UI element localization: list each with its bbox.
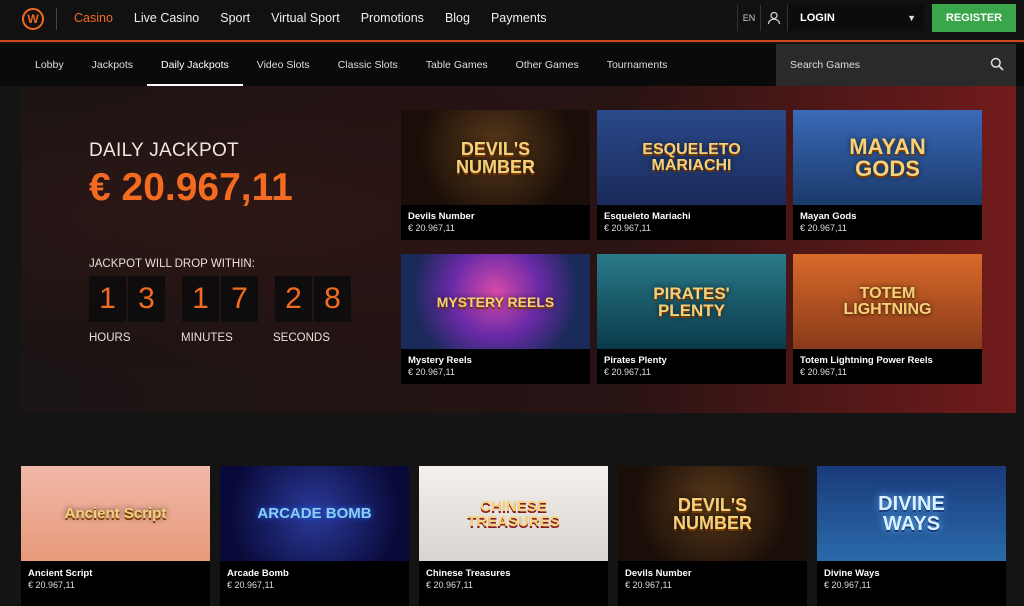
game-name: Totem Lightning Power Reels [800,355,933,366]
tab-classic-slots[interactable]: Classic Slots [324,44,412,86]
game-thumbnail[interactable]: DEVIL'S NUMBER [401,110,590,205]
game-art-title: DEVIL'S NUMBER [673,494,752,533]
game-name: Ancient Script [28,568,93,579]
game-card[interactable]: MAYAN GODS Mayan Gods € 20.967,11 [793,110,982,240]
countdown-digit: 8 [314,276,351,322]
game-art-title: CHINESE TREASURES [467,497,560,530]
game-card[interactable]: CHINESE TREASURES Chinese Treasures € 20… [419,466,608,606]
game-art-title: MYSTERY REELS [436,293,555,310]
game-thumbnail[interactable]: ESQUELETO MARIACHI [597,110,786,205]
nav-payments[interactable]: Payments [491,11,547,25]
game-card[interactable]: ESQUELETO MARIACHI Esqueleto Mariachi € … [597,110,786,240]
game-jackpot: € 20.967,11 [28,580,75,590]
search-icon[interactable] [990,57,1004,71]
tab-video-slots[interactable]: Video Slots [243,44,324,86]
game-thumbnail[interactable]: ARCADE BOMB [220,466,409,561]
game-jackpot: € 20.967,11 [625,580,672,590]
game-thumbnail[interactable]: MAYAN GODS [793,110,982,205]
game-name: Esqueleto Mariachi [604,211,691,222]
nav-blog[interactable]: Blog [445,11,470,25]
game-card[interactable]: PIRATES' PLENTY Pirates Plenty € 20.967,… [597,254,786,384]
game-art-title: PIRATES' PLENTY [653,283,730,320]
game-card[interactable]: MYSTERY REELS Mystery Reels € 20.967,11 [401,254,590,384]
game-jackpot: € 20.967,11 [800,367,847,377]
game-jackpot: € 20.967,11 [604,223,651,233]
game-name: Devils Number [625,568,692,579]
game-card[interactable]: TOTEM LIGHTNING Totem Lightning Power Re… [793,254,982,384]
game-art-title: MAYAN GODS [849,133,926,181]
countdown-digit: 3 [128,276,165,322]
game-jackpot: € 20.967,11 [426,580,473,590]
main-nav: Casino Live Casino Sport Virtual Sport P… [74,0,568,36]
tab-daily-jackpots[interactable]: Daily Jackpots [147,44,243,86]
logo-icon[interactable]: W [22,8,44,30]
game-jackpot: € 20.967,11 [408,223,455,233]
login-label: LOGIN [800,12,835,24]
game-name: Pirates Plenty [604,355,667,366]
game-art-title: DIVINE WAYS [878,492,945,535]
jackpot-amount: € 20.967,11 [89,166,293,209]
countdown-digit: 7 [221,276,258,322]
game-card[interactable]: DIVINE WAYS Divine Ways € 20.967,11 [817,466,1006,606]
game-category-nav: Lobby Jackpots Daily Jackpots Video Slot… [0,44,1024,86]
tab-other-games[interactable]: Other Games [502,44,593,86]
game-art-title: ESQUELETO MARIACHI [642,140,741,174]
nav-sport[interactable]: Sport [220,11,250,25]
search-placeholder: Search Games [790,59,861,71]
tab-tournaments[interactable]: Tournaments [593,44,682,86]
game-art-title: DEVIL'S NUMBER [456,138,535,177]
game-thumbnail[interactable]: DIVINE WAYS [817,466,1006,561]
game-art-title: ARCADE BOMB [257,505,372,522]
game-name: Divine Ways [824,568,880,579]
game-jackpot: € 20.967,11 [227,580,274,590]
game-name: Chinese Treasures [426,568,511,579]
game-thumbnail[interactable]: PIRATES' PLENTY [597,254,786,349]
countdown-digit: 1 [182,276,219,322]
game-thumbnail[interactable]: CHINESE TREASURES [419,466,608,561]
game-name: Devils Number [408,211,475,222]
game-thumbnail[interactable]: Ancient Script [21,466,210,561]
daily-jackpot-panel: DAILY JACKPOT € 20.967,11 JACKPOT WILL D… [21,86,1016,413]
game-name: Mystery Reels [408,355,472,366]
game-card[interactable]: ARCADE BOMB Arcade Bomb € 20.967,11 [220,466,409,606]
tab-jackpots[interactable]: Jackpots [78,44,147,86]
divider [56,8,57,30]
game-thumbnail[interactable]: MYSTERY REELS [401,254,590,349]
nav-virtual-sport[interactable]: Virtual Sport [271,11,340,25]
unit-hours: HOURS [89,332,131,344]
game-thumbnail[interactable]: DEVIL'S NUMBER [618,466,807,561]
game-card[interactable]: DEVIL'S NUMBER Devils Number € 20.967,11 [401,110,590,240]
game-jackpot: € 20.967,11 [800,223,847,233]
countdown-digit: 1 [89,276,126,322]
search-input[interactable]: Search Games [776,44,1016,86]
game-art-title: TOTEM LIGHTNING [843,284,932,318]
tab-table-games[interactable]: Table Games [412,44,502,86]
tab-lobby[interactable]: Lobby [21,44,78,86]
language-selector[interactable]: EN [737,5,761,31]
game-jackpot: € 20.967,11 [604,367,651,377]
top-bar: W Casino Live Casino Sport Virtual Sport… [0,0,1024,42]
game-thumbnail[interactable]: TOTEM LIGHTNING [793,254,982,349]
game-card[interactable]: Ancient Script Ancient Script € 20.967,1… [21,466,210,606]
game-name: Mayan Gods [800,211,857,222]
jackpot-title: DAILY JACKPOT [89,140,239,161]
countdown-units: HOURS MINUTES SECONDS [89,332,365,344]
user-icon[interactable] [761,5,788,31]
nav-promotions[interactable]: Promotions [361,11,424,25]
unit-minutes: MINUTES [181,332,233,344]
login-dropdown[interactable]: LOGIN ▼ [788,5,924,31]
game-jackpot: € 20.967,11 [408,367,455,377]
caret-down-icon: ▼ [907,13,916,23]
nav-casino[interactable]: Casino [74,11,113,25]
countdown-digit: 2 [275,276,312,322]
unit-seconds: SECONDS [273,332,330,344]
game-card[interactable]: DEVIL'S NUMBER Devils Number € 20.967,11 [618,466,807,606]
game-art-title: Ancient Script [64,505,167,522]
register-button[interactable]: REGISTER [932,4,1016,32]
nav-live-casino[interactable]: Live Casino [134,11,199,25]
game-jackpot: € 20.967,11 [824,580,871,590]
jackpot-drop-label: JACKPOT WILL DROP WITHIN: [89,258,255,270]
countdown: 1 3 1 7 2 8 [89,276,353,322]
game-name: Arcade Bomb [227,568,289,579]
